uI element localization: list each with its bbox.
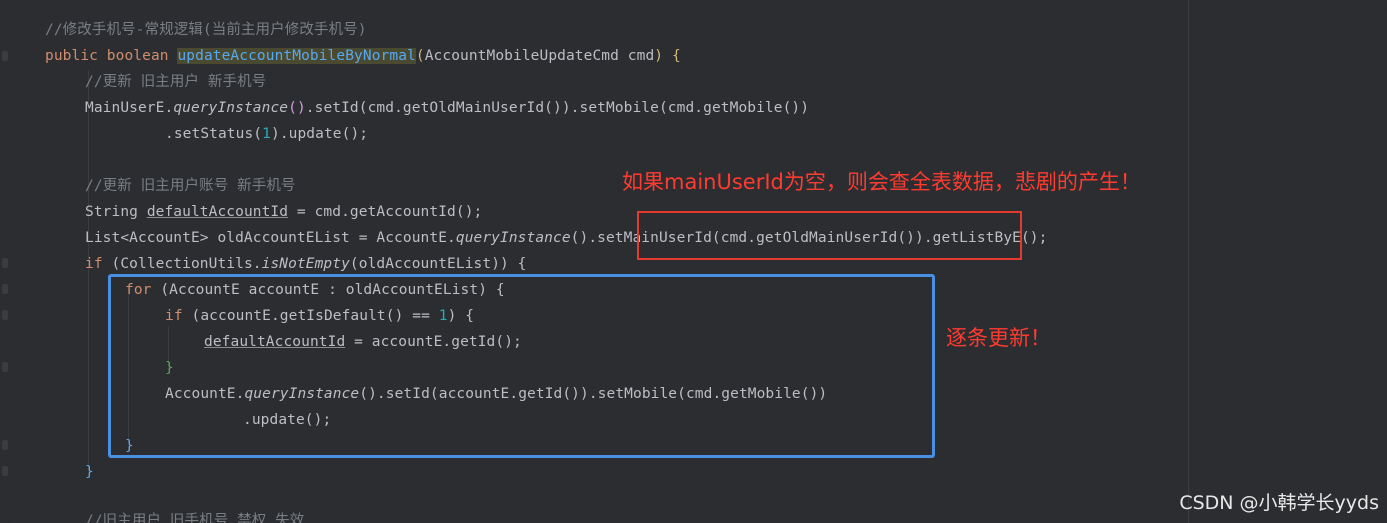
fold-marker-icon[interactable] xyxy=(2,284,8,294)
method-name: updateAccountMobileByNormal xyxy=(177,48,416,64)
highlight-box-blue xyxy=(108,274,935,458)
highlight-box-red xyxy=(637,211,1022,260)
warning-annotation: 如果mainUserId为空，则会查全表数据，悲剧的产生！ xyxy=(622,170,1141,194)
fold-marker-icon[interactable] xyxy=(2,310,8,320)
code-line: .setStatus(1).update(); xyxy=(165,126,369,142)
keyword: public boolean xyxy=(45,48,178,64)
fold-marker-icon[interactable] xyxy=(2,440,8,450)
code-comment: //旧主用户 旧手机号 禁权 失效 xyxy=(85,513,305,523)
loop-annotation: 逐条更新！ xyxy=(946,326,1051,350)
right-margin-guide xyxy=(1188,0,1189,523)
method-signature: public boolean updateAccountMobileByNorm… xyxy=(45,48,681,64)
fold-marker-icon[interactable] xyxy=(2,466,8,476)
code-editor[interactable]: //修改手机号-常规逻辑(当前主用户修改手机号) public boolean … xyxy=(0,0,1387,523)
method-params: AccountMobileUpdateCmd cmd xyxy=(424,48,655,64)
watermark: CSDN @小韩学长yyds xyxy=(1179,492,1379,514)
code-line: MainUserE.queryInstance().setId(cmd.getO… xyxy=(85,100,810,116)
fold-marker-icon[interactable] xyxy=(2,258,8,268)
code-line: String defaultAccountId = cmd.getAccount… xyxy=(85,204,483,220)
fold-marker-icon[interactable] xyxy=(2,51,8,61)
code-comment: //更新 旧主用户账号 新手机号 xyxy=(85,178,296,194)
code-comment: //更新 旧主用户 新手机号 xyxy=(85,74,267,90)
editor-gutter xyxy=(0,0,30,523)
code-comment: //修改手机号-常规逻辑(当前主用户修改手机号) xyxy=(45,22,367,38)
code-line: } xyxy=(85,464,94,480)
fold-marker-icon[interactable] xyxy=(2,362,8,372)
